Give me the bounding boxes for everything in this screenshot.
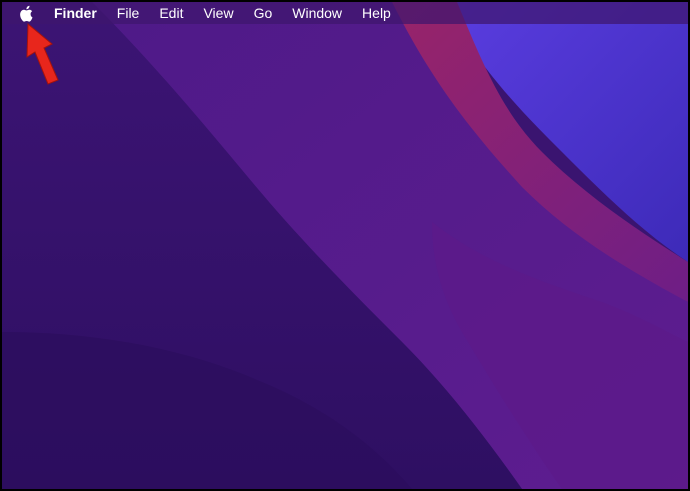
menu-window[interactable]: Window [282, 2, 352, 24]
menu-finder[interactable]: Finder [44, 2, 107, 24]
menu-bar: Finder File Edit View Go Window Help [2, 2, 688, 24]
desktop[interactable]: Finder File Edit View Go Window Help [0, 0, 690, 491]
menu-edit[interactable]: Edit [149, 2, 193, 24]
menu-help[interactable]: Help [352, 2, 401, 24]
apple-logo-glyph [20, 5, 33, 22]
arrow-up-left-icon [26, 22, 59, 85]
desktop-wallpaper [2, 2, 688, 489]
menu-view[interactable]: View [193, 2, 243, 24]
apple-logo-icon[interactable] [14, 2, 38, 24]
menu-file[interactable]: File [107, 2, 150, 24]
menu-go[interactable]: Go [244, 2, 283, 24]
